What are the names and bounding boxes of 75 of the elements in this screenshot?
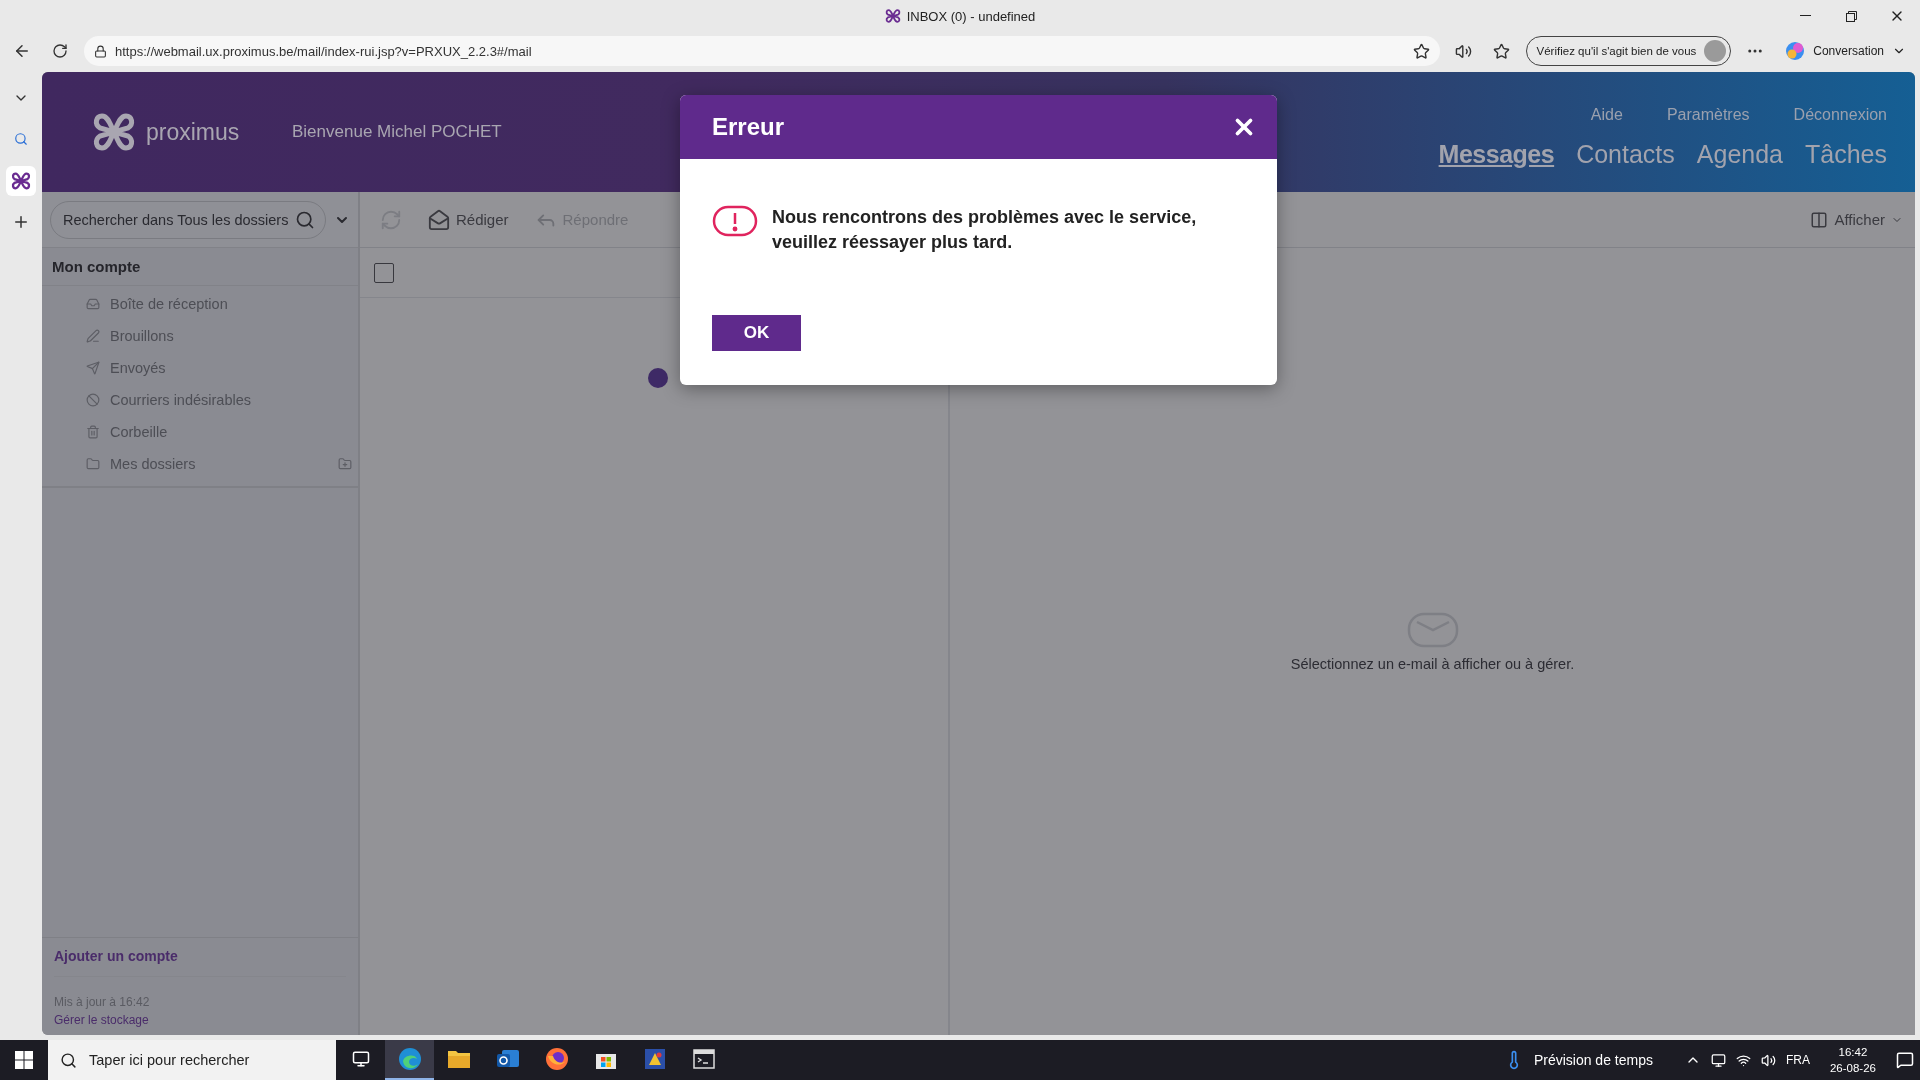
toolbar-button[interactable]: Rédiger <box>428 208 509 231</box>
avatar-icon <box>1704 40 1727 62</box>
star-icon[interactable] <box>1412 42 1430 60</box>
folder-icon[interactable] <box>446 1048 471 1070</box>
folder-item[interactable]: Brouillons <box>110 328 174 344</box>
account-heading: Mon compte <box>42 248 358 286</box>
folder-item[interactable]: Corbeille <box>110 424 168 440</box>
send-icon <box>86 361 100 375</box>
add-icon[interactable] <box>12 213 30 231</box>
browser-icon[interactable] <box>397 1047 422 1071</box>
columns-icon <box>1810 210 1829 229</box>
header-link[interactable]: Aide <box>1590 105 1623 124</box>
paint-icon[interactable] <box>643 1048 666 1070</box>
site-tab[interactable] <box>6 166 36 196</box>
nav-tab[interactable]: Tâches <box>1805 139 1887 169</box>
notifications-icon[interactable] <box>1896 1051 1914 1069</box>
terminal-icon[interactable] <box>692 1049 715 1069</box>
reload-icon[interactable] <box>52 43 68 59</box>
address-bar[interactable]: https://webmail.ux.proximus.be/mail/index-rui.jsp?v=PRXUX_2.2.3#/mail <box>84 36 1440 66</box>
welcome-text: Bienvenue Michel POCHET <box>292 122 502 142</box>
select-all-checkbox[interactable] <box>374 262 394 283</box>
copilot-icon <box>1785 41 1806 61</box>
search-box[interactable]: Rechercher dans Tous les dossiers <box>50 200 326 239</box>
copilot-button[interactable]: Conversation <box>1779 41 1912 61</box>
lock-icon <box>94 44 107 58</box>
folder-item[interactable]: Boîte de réception <box>110 296 228 312</box>
read-aloud-icon[interactable] <box>1455 42 1473 60</box>
add-account-link[interactable]: Ajouter un compte <box>54 948 346 977</box>
storage-link[interactable]: Gérer le stockage <box>54 1013 346 1027</box>
envelope-icon <box>428 208 450 231</box>
ok-button[interactable]: OK <box>712 315 801 351</box>
back-icon[interactable] <box>13 42 31 60</box>
taskbar-app[interactable] <box>385 1040 434 1080</box>
header-link[interactable]: Paramètres <box>1666 105 1750 124</box>
url-text: https://webmail.ux.proximus.be/mail/index-rui.jsp?v=PRXUX_2.2.3#/mail <box>115 43 533 59</box>
network-icon[interactable] <box>1735 1052 1751 1068</box>
window-title: INBOX (0) - undefined <box>906 8 1036 24</box>
favorites-icon[interactable] <box>1493 42 1511 60</box>
nav-tab[interactable]: Messages <box>1438 139 1555 169</box>
taskbar-search[interactable]: Taper ici pour rechercher <box>87 1051 327 1069</box>
nav-tab[interactable]: Agenda <box>1696 139 1783 169</box>
empty-message: Sélectionnez un e-mail à afficher ou à gérer. <box>1290 655 1575 672</box>
alert-icon <box>712 205 758 237</box>
nav-tab[interactable]: Contacts <box>1576 139 1675 169</box>
windows-icon[interactable] <box>15 1051 33 1069</box>
search-icon[interactable] <box>14 132 28 146</box>
header-link[interactable]: Déconnexion <box>1793 105 1887 124</box>
dialog-title: Erreur <box>712 113 785 141</box>
blocked-icon <box>86 393 100 407</box>
inbox-icon <box>86 297 100 311</box>
taskbar-search-box[interactable]: Taper ici pour rechercher <box>48 1040 336 1080</box>
search-icon[interactable] <box>295 209 315 230</box>
logo-icon <box>884 8 901 24</box>
trash-icon <box>86 425 100 439</box>
folder-item[interactable]: Mes dossiers <box>110 456 196 472</box>
clock-time[interactable]: 16:42 <box>1838 1044 1868 1060</box>
error-message: Nous rencontrons des problèmes avec le service, veuillez réessayer plus tard. <box>772 206 1198 254</box>
language-indicator[interactable]: FRA <box>1785 1053 1810 1067</box>
logo-icon <box>11 171 31 191</box>
folder-item[interactable]: Envoyés <box>110 360 166 376</box>
loading-spinner <box>648 368 668 388</box>
logo-text: proximus <box>146 118 240 146</box>
clock-date[interactable]: 26-08-26 <box>1829 1060 1876 1076</box>
device-icon[interactable] <box>1710 1052 1726 1068</box>
search-icon <box>60 1051 77 1069</box>
restore-icon[interactable] <box>1845 10 1857 22</box>
task-view-icon[interactable] <box>351 1050 370 1068</box>
folder-item[interactable]: Courriers indésirables <box>110 392 252 408</box>
browser-icon[interactable] <box>544 1047 569 1071</box>
pencil-icon <box>86 329 100 343</box>
folder-icon <box>86 457 100 471</box>
view-button[interactable]: Afficher <box>1810 210 1903 229</box>
minimize-icon[interactable] <box>1799 15 1811 17</box>
weather-text[interactable]: Prévision de temps <box>1533 1052 1653 1068</box>
volume-icon[interactable] <box>1760 1052 1776 1068</box>
